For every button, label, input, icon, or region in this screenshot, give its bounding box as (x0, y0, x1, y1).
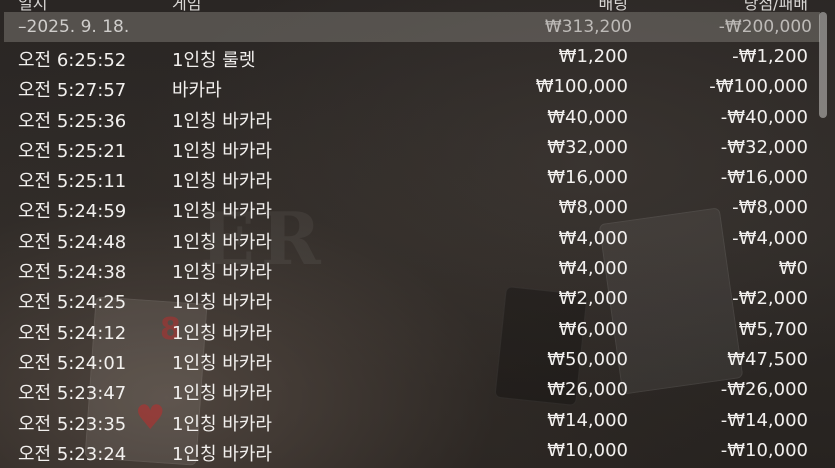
row-time: 오전 5:24:01 (18, 352, 127, 374)
history-row[interactable]: 오전 5:24:25 1인칭 바카라 ₩2,000 -₩2,000 (0, 284, 820, 314)
history-row[interactable]: 오전 5:25:11 1인칭 바카라 ₩16,000 -₩16,000 (0, 163, 820, 193)
row-game: 1인칭 바카라 (172, 231, 272, 253)
row-game: 1인칭 바카라 (172, 383, 272, 405)
history-row[interactable]: 오전 5:24:12 1인칭 바카라 ₩6,000 ₩5,700 (0, 315, 820, 345)
row-time: 오전 5:24:48 (18, 231, 127, 253)
row-result: -₩4,000 (732, 227, 808, 249)
date-group-row[interactable]: –2025. 9. 18. ₩313,200 -₩200,000 (4, 12, 820, 42)
row-bet: ₩4,000 (558, 227, 628, 249)
row-result: ₩0 (778, 258, 808, 280)
row-time: 오전 5:24:38 (18, 262, 127, 284)
row-result: ₩47,500 (727, 348, 808, 370)
history-row[interactable]: 오전 5:24:48 1인칭 바카라 ₩4,000 -₩4,000 (0, 224, 820, 254)
row-bet: ₩16,000 (547, 167, 628, 189)
history-row[interactable]: 오전 5:25:21 1인칭 바카라 ₩32,000 -₩32,000 (0, 133, 820, 163)
row-game: 1인칭 바카라 (172, 443, 272, 465)
row-result: -₩16,000 (720, 167, 808, 189)
group-date-toggle[interactable]: –2025. 9. 18. (18, 17, 129, 37)
row-result: -₩32,000 (720, 136, 808, 158)
history-list: 오전 6:25:52 1인칭 룰렛 ₩1,200 -₩1,200 오전 5:27:57 바… (0, 42, 820, 466)
row-game: 1인칭 바카라 (172, 171, 272, 193)
row-game: 1인칭 바카라 (172, 110, 272, 132)
row-result: -₩14,000 (720, 409, 808, 431)
row-time: 오전 5:27:57 (18, 80, 127, 102)
group-bet-total: ₩313,200 (544, 17, 632, 37)
row-result: -₩2,000 (732, 288, 808, 310)
row-time: 오전 5:23:47 (18, 383, 127, 405)
row-result: -₩100,000 (709, 76, 808, 98)
row-bet: ₩14,000 (547, 409, 628, 431)
row-bet: ₩50,000 (547, 348, 628, 370)
row-bet: ₩40,000 (547, 106, 628, 128)
table-header: 일시 게임 배팅 당첨/패배 (0, 0, 820, 13)
row-result: -₩8,000 (732, 197, 808, 219)
row-bet: ₩10,000 (547, 439, 628, 461)
row-bet: ₩32,000 (547, 136, 628, 158)
history-row[interactable]: 오전 5:27:57 바카라 ₩100,000 -₩100,000 (0, 72, 820, 102)
history-row[interactable]: 오전 5:23:47 1인칭 바카라 ₩26,000 -₩26,000 (0, 375, 820, 405)
history-row[interactable]: 오전 5:24:59 1인칭 바카라 ₩8,000 -₩8,000 (0, 193, 820, 223)
row-game: 1인칭 바카라 (172, 413, 272, 435)
row-game: 1인칭 바카라 (172, 201, 272, 223)
row-time: 오전 5:24:12 (18, 322, 127, 344)
row-game: 1인칭 룰렛 (172, 50, 256, 71)
row-result: -₩1,200 (732, 46, 808, 67)
row-bet: ₩1,200 (558, 46, 628, 67)
row-bet: ₩4,000 (558, 258, 628, 280)
row-game: 바카라 (172, 80, 222, 102)
scrollbar-thumb[interactable] (819, 12, 827, 118)
history-row[interactable]: 오전 5:24:38 1인칭 바카라 ₩4,000 ₩0 (0, 254, 820, 284)
row-time: 오전 5:24:25 (18, 292, 127, 314)
row-bet: ₩6,000 (558, 318, 628, 340)
row-result: -₩26,000 (720, 379, 808, 401)
history-row[interactable]: 오전 5:23:35 1인칭 바카라 ₩14,000 -₩14,000 (0, 406, 820, 436)
row-bet: ₩2,000 (558, 288, 628, 310)
row-game: 1인칭 바카라 (172, 262, 272, 284)
row-game: 1인칭 바카라 (172, 140, 272, 162)
bet-history-panel: ER 8 ♥ 일시 게임 배팅 당첨/패배 –2025. 9. 18. ₩313… (0, 0, 835, 468)
history-row[interactable]: 오전 5:25:36 1인칭 바카라 ₩40,000 -₩40,000 (0, 103, 820, 133)
row-bet: ₩8,000 (558, 197, 628, 219)
row-bet: ₩100,000 (535, 76, 628, 98)
history-row[interactable]: 오전 5:24:01 1인칭 바카라 ₩50,000 ₩47,500 (0, 345, 820, 375)
history-row[interactable]: 오전 5:23:24 1인칭 바카라 ₩10,000 -₩10,000 (0, 436, 820, 466)
row-time: 오전 5:23:24 (18, 443, 127, 465)
row-result: ₩5,700 (738, 318, 808, 340)
row-game: 1인칭 바카라 (172, 292, 272, 314)
history-row[interactable]: 오전 6:25:52 1인칭 룰렛 ₩1,200 -₩1,200 (0, 42, 820, 72)
row-time: 오전 5:23:35 (18, 413, 127, 435)
row-game: 1인칭 바카라 (172, 322, 272, 344)
row-result: -₩10,000 (720, 439, 808, 461)
row-result: -₩40,000 (720, 106, 808, 128)
group-win-total: -₩200,000 (718, 17, 812, 37)
row-time: 오전 5:25:11 (18, 171, 127, 193)
row-time: 오전 5:25:21 (18, 140, 127, 162)
row-bet: ₩26,000 (547, 379, 628, 401)
row-game: 1인칭 바카라 (172, 352, 272, 374)
row-time: 오전 5:24:59 (18, 201, 127, 223)
row-time: 오전 5:25:36 (18, 110, 127, 132)
row-time: 오전 6:25:52 (18, 50, 127, 71)
